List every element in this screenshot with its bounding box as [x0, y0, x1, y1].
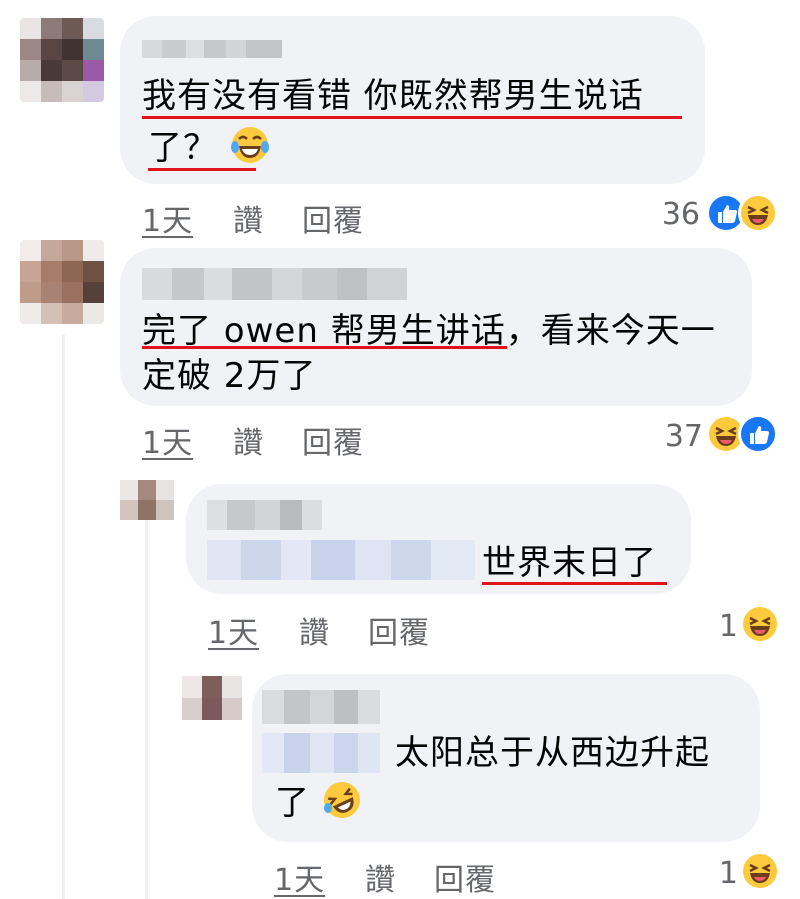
reaction-count[interactable]: 36	[640, 197, 700, 232]
avatar[interactable]	[120, 480, 174, 520]
highlight-underline	[148, 168, 256, 171]
comment-text: 定破 2万了	[142, 356, 317, 396]
reply-button[interactable]: 回覆	[302, 196, 364, 240]
comment-text-rest: ，看来今天一	[505, 311, 716, 351]
thread-connector-reply-1	[62, 470, 120, 500]
laughing-tears-emoji	[230, 127, 269, 163]
thread-line-main	[62, 335, 65, 899]
commenter-name-blurred[interactable]	[262, 690, 380, 724]
comment-timestamp[interactable]: 1天	[142, 418, 193, 462]
reply-button[interactable]: 回覆	[368, 608, 430, 652]
highlight-underline	[482, 582, 667, 585]
comment-text: 太阳总于从西边升起	[395, 733, 710, 773]
comment-text: 了	[275, 779, 362, 827]
avatar[interactable]	[20, 18, 104, 102]
thread-line-reply	[145, 520, 148, 899]
reaction-count[interactable]: 37	[643, 419, 703, 454]
reply-button[interactable]: 回覆	[302, 418, 364, 462]
commenter-name-blurred[interactable]	[207, 500, 322, 530]
rofl-emoji	[323, 782, 360, 818]
haha-reaction-icon[interactable]	[740, 604, 780, 644]
thread-connector-reply-2	[145, 660, 181, 690]
comment-text: 世界末日了	[482, 543, 657, 583]
haha-reaction-icon[interactable]	[740, 851, 780, 891]
comment-text: 我有没有看错 你既然帮男生说话	[142, 76, 644, 116]
like-button[interactable]: 讚	[233, 418, 264, 462]
highlight-underline	[142, 346, 507, 349]
mention-tag-blurred[interactable]	[262, 733, 380, 773]
like-reaction-icon[interactable]	[738, 414, 778, 454]
comment-timestamp[interactable]: 1天	[208, 608, 259, 652]
comment-text: 了？	[148, 124, 270, 172]
like-button[interactable]: 讚	[365, 855, 396, 899]
reply-button[interactable]: 回覆	[434, 855, 496, 899]
comment-text-line2: 了	[275, 783, 310, 823]
avatar[interactable]	[182, 676, 242, 720]
avatar[interactable]	[20, 240, 104, 324]
reaction-count[interactable]: 1	[678, 856, 738, 891]
haha-reaction-icon[interactable]	[738, 193, 778, 233]
comment-text-highlighted: 完了 owen 帮男生讲话	[142, 311, 506, 351]
comment-timestamp[interactable]: 1天	[274, 855, 325, 899]
commenter-name-blurred[interactable]	[142, 40, 282, 58]
highlight-underline	[142, 116, 682, 119]
comment-timestamp[interactable]: 1天	[142, 196, 193, 240]
like-button[interactable]: 讚	[233, 196, 264, 240]
mention-tag-blurred[interactable]	[207, 540, 475, 580]
reaction-count[interactable]: 1	[678, 609, 738, 644]
comment-text-line2: 了？	[148, 128, 218, 168]
like-button[interactable]: 讚	[299, 608, 330, 652]
commenter-name-blurred[interactable]	[142, 268, 407, 300]
